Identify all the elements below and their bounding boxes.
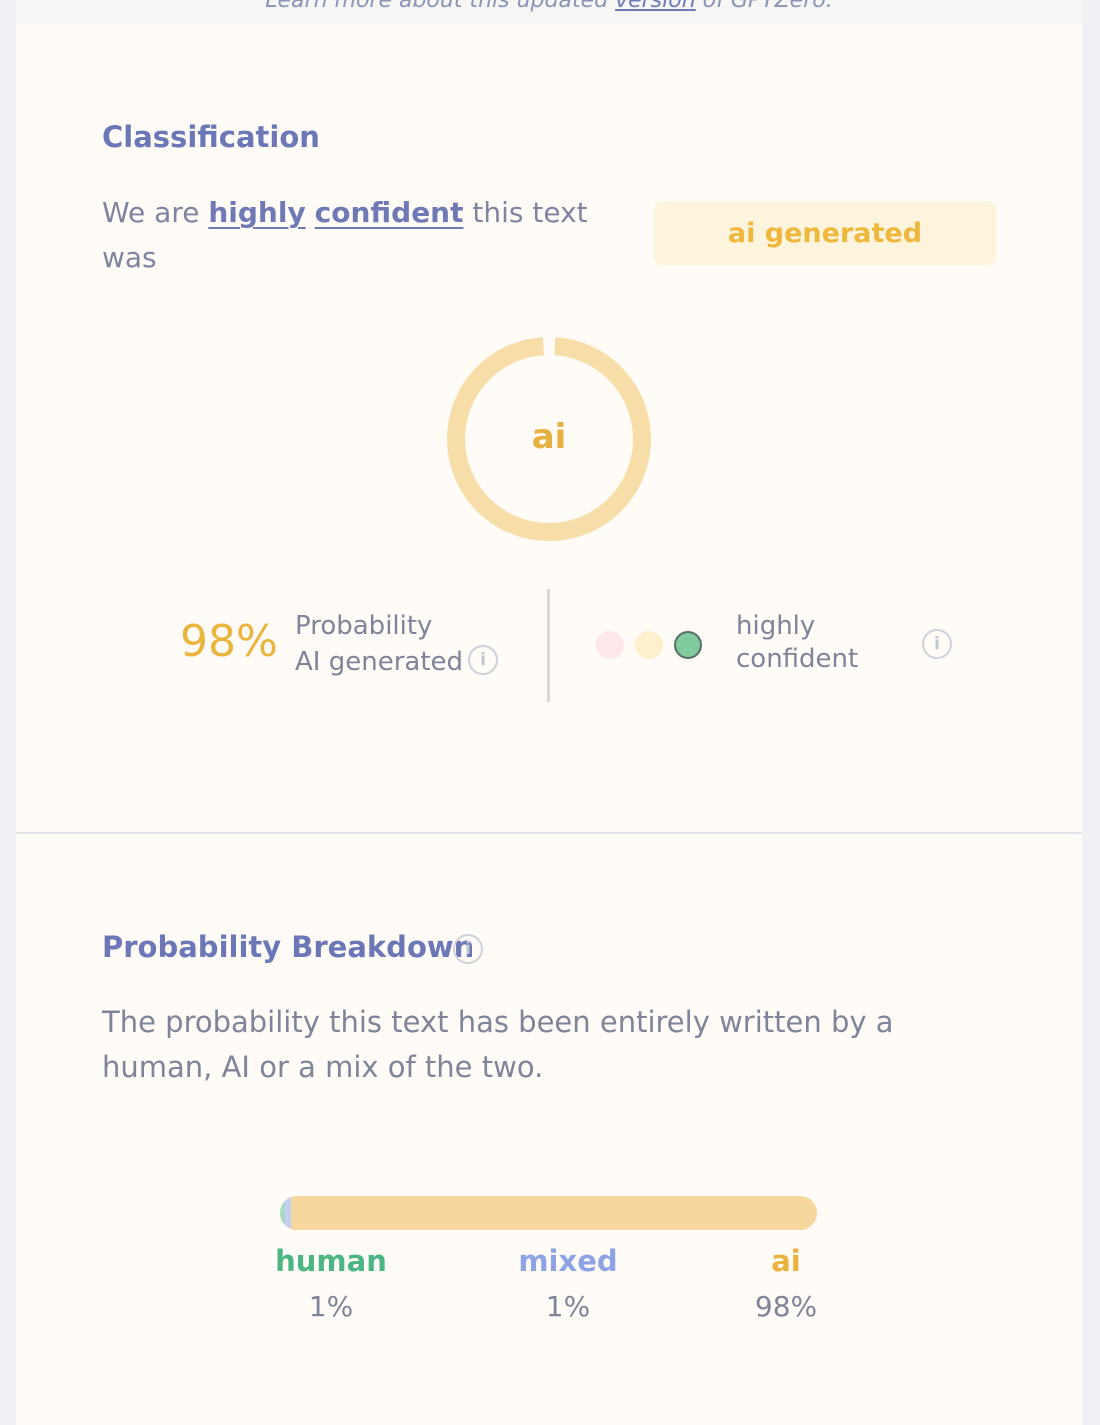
probability-line2: AI generated [295,647,464,677]
confidence-dot-medium [635,631,663,659]
probability-value: 98% [180,616,278,667]
banner-text-after: of GPTZero. [702,0,833,13]
result-badge: ai generated [654,201,996,265]
classification-title: Classification [102,120,320,154]
breakdown-title: Probability Breakdown [102,930,475,964]
legend-mixed-label: mixed [518,1244,618,1278]
version-link[interactable]: version [615,0,696,13]
probability-bar [280,1196,817,1230]
lead-prefix: We are [102,196,200,229]
classification-statement: We are highly confident this text was [102,190,602,280]
confidence-label: highly confident [736,610,858,676]
classification-card: Classification We are highly confident t… [16,24,1082,832]
probability-line1: Probability [295,611,433,641]
top-banner-text: Learn more about this updated version of… [16,0,1082,13]
legend-ai-value: 98% [754,1290,818,1323]
confidence-dot-high [674,631,702,659]
probability-info-icon[interactable]: i [468,645,498,675]
breakdown-subtitle: The probability this text has been entir… [102,1005,894,1084]
stats-divider [547,589,550,702]
confidence-line2: confident [736,644,859,674]
legend-ai-label: ai [771,1244,801,1278]
breakdown-card: Probability Breakdown i The probability … [16,834,1082,1425]
legend-human-label: human [275,1244,387,1278]
confidence-info-icon[interactable]: i [922,629,952,659]
breakdown-info-icon[interactable]: i [453,934,483,964]
bar-segment-ai [290,1196,817,1230]
banner-text-before: Learn more about this updated [265,0,609,13]
legend-mixed-value: 1% [545,1290,591,1323]
probability-label: Probability AI generated [295,608,463,680]
donut-label: ai [531,417,567,457]
confidence-dot-low [596,631,624,659]
confidence-word-highly[interactable]: highly [208,196,305,229]
legend-human-value: 1% [308,1290,354,1323]
top-banner: Learn more about this updated version of… [16,0,1082,24]
confidence-line1: highly [736,611,816,641]
confidence-word-confident[interactable]: confident [315,196,464,229]
